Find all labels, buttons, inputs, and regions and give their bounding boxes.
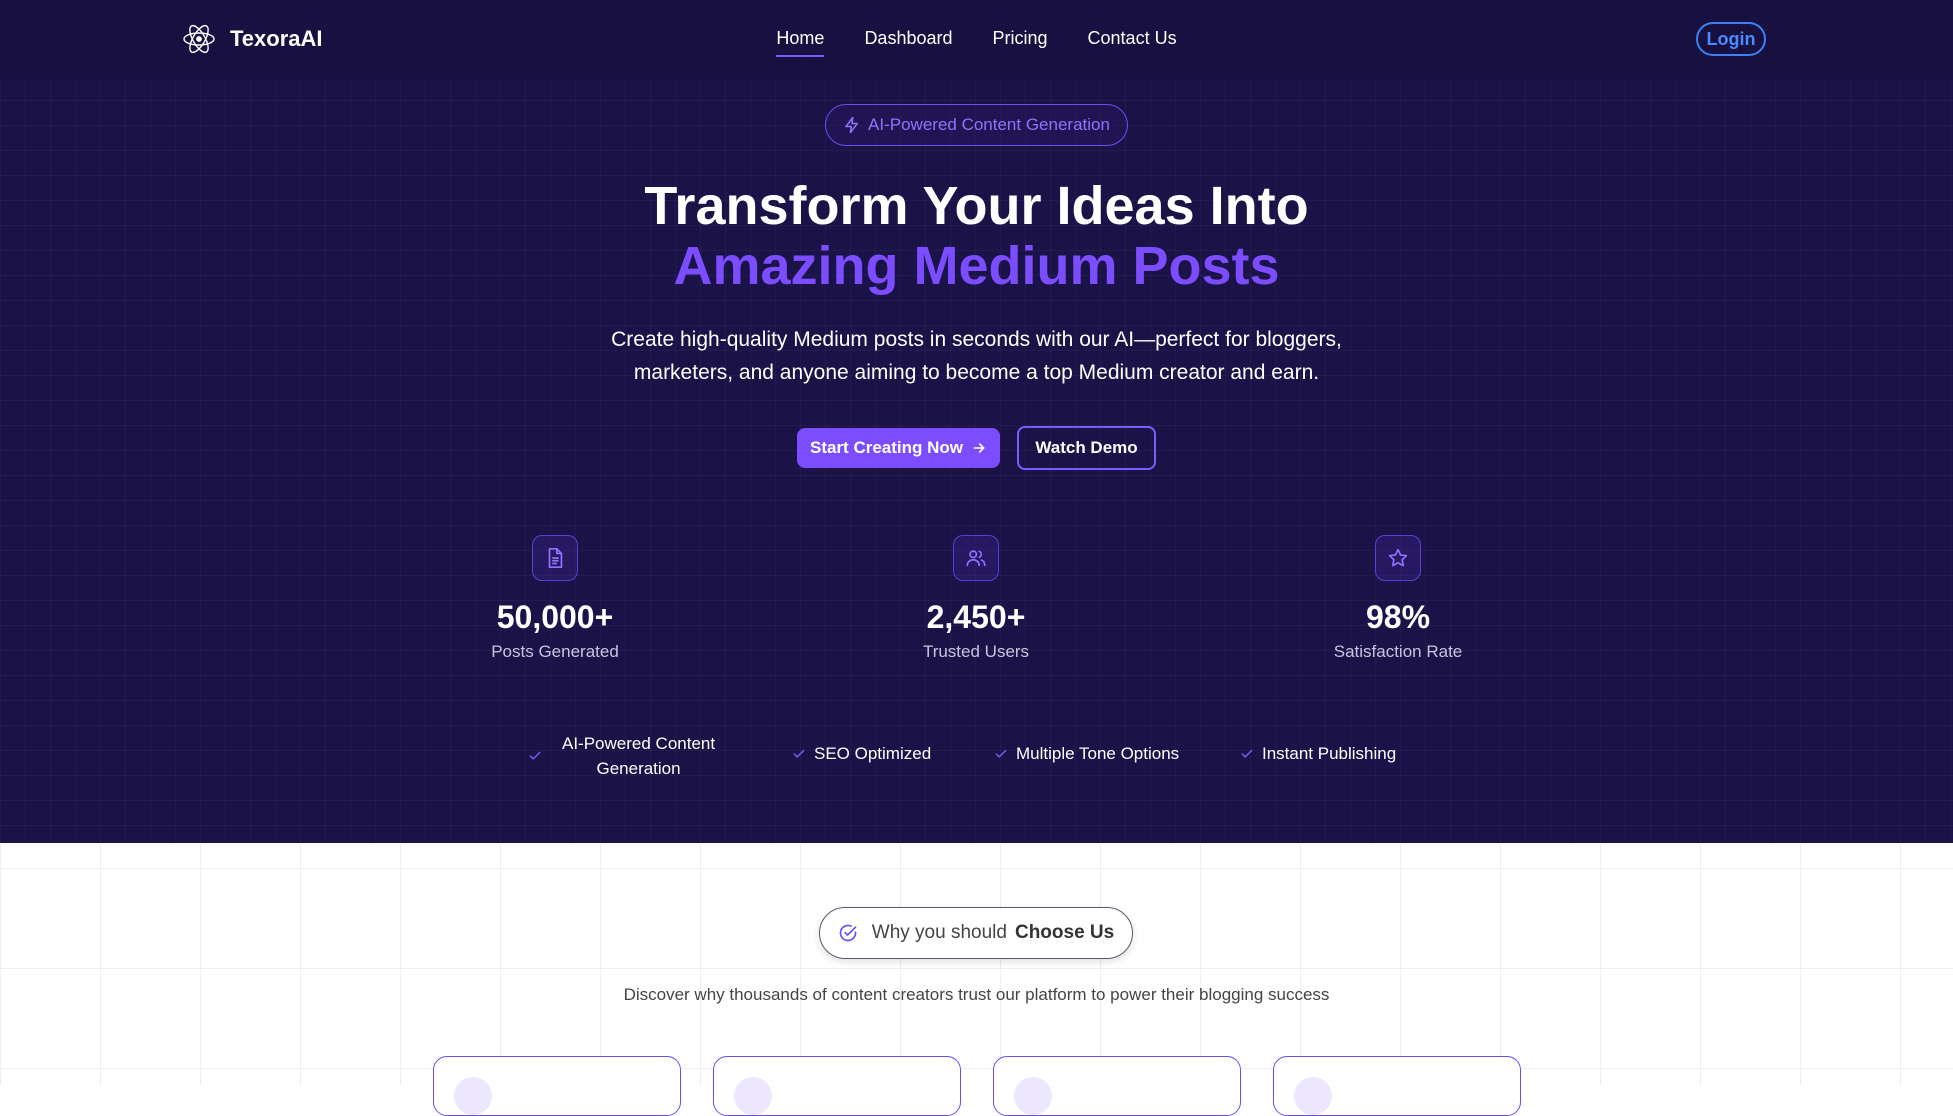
stat-label: Satisfaction Rate bbox=[1333, 642, 1463, 661]
headline-line-1: Transform Your Ideas Into bbox=[644, 176, 1309, 236]
navbar: TexoraAI Home Dashboard Pricing Contact … bbox=[0, 0, 1953, 80]
check-icon bbox=[1241, 749, 1253, 758]
why-choose-us-badge: Why you should Choose Us bbox=[819, 907, 1133, 959]
feature-card bbox=[1273, 1056, 1521, 1116]
feature-seo-optimized: SEO Optimized bbox=[792, 744, 931, 764]
start-creating-label: Start Creating Now bbox=[809, 438, 964, 457]
hero-headline: Transform Your Ideas Into Amazing Medium… bbox=[0, 176, 1953, 296]
ai-powered-badge: AI-Powered Content Generation bbox=[825, 104, 1128, 146]
start-creating-button[interactable]: Start Creating Now bbox=[797, 428, 1000, 468]
check-icon bbox=[995, 749, 1007, 758]
stat-trusted-users: 2,450+ Trusted Users bbox=[846, 535, 1106, 662]
feature-card bbox=[713, 1056, 961, 1116]
stat-icon-box bbox=[953, 535, 999, 581]
check-circle-icon bbox=[839, 924, 857, 942]
stat-posts-generated: 50,000+ Posts Generated bbox=[425, 535, 685, 662]
why-description: Discover why thousands of content creato… bbox=[623, 985, 1330, 1004]
login-button[interactable]: Login bbox=[1696, 22, 1766, 56]
subtitle-line-1: Create high-quality Medium posts in seco… bbox=[611, 328, 1342, 351]
feature-instant-publishing: Instant Publishing bbox=[1240, 744, 1396, 764]
stat-icon-box bbox=[532, 535, 578, 581]
hero-section: TexoraAI Home Dashboard Pricing Contact … bbox=[0, 0, 1953, 843]
star-icon bbox=[1388, 548, 1408, 567]
stat-label: Trusted Users bbox=[922, 642, 1030, 661]
users-icon bbox=[966, 550, 986, 567]
nav-link-home[interactable]: Home bbox=[776, 28, 825, 57]
watch-demo-button[interactable]: Watch Demo bbox=[1017, 426, 1156, 470]
feature-label: AI-Powered Content Generation bbox=[562, 731, 715, 781]
nav-link-pricing[interactable]: Pricing bbox=[993, 28, 1048, 57]
feature-label-line-1: AI-Powered Content bbox=[562, 734, 716, 753]
feature-label: SEO Optimized bbox=[814, 744, 932, 763]
badge-label: AI-Powered Content Generation bbox=[868, 115, 1110, 134]
stat-icon-box bbox=[1375, 535, 1421, 581]
nav-link-contact[interactable]: Contact Us bbox=[1088, 28, 1177, 57]
check-icon bbox=[793, 749, 805, 758]
why-badge-strong: Choose Us bbox=[1014, 922, 1115, 943]
arrow-right-icon bbox=[973, 443, 985, 453]
feature-card bbox=[993, 1056, 1241, 1116]
subtitle-line-2: marketers, and anyone aiming to become a… bbox=[633, 361, 1320, 384]
document-icon bbox=[548, 548, 563, 568]
lightning-icon bbox=[845, 116, 859, 134]
main-nav: Home Dashboard Pricing Contact Us bbox=[0, 28, 1953, 57]
why-choose-us-section: Why you should Choose Us Discover why th… bbox=[0, 843, 1953, 1116]
hero-subtitle: Create high-quality Medium posts in seco… bbox=[0, 323, 1953, 389]
feature-multiple-tone-options: Multiple Tone Options bbox=[994, 744, 1179, 764]
stat-value: 98% bbox=[1365, 599, 1431, 635]
card-icon bbox=[454, 1077, 492, 1115]
card-icon bbox=[1014, 1077, 1052, 1115]
feature-card bbox=[433, 1056, 681, 1116]
stat-label: Posts Generated bbox=[491, 642, 619, 661]
why-badge-prefix: Why you should bbox=[871, 922, 1007, 943]
headline-line-2: Amazing Medium Posts bbox=[673, 236, 1280, 296]
stat-satisfaction-rate: 98% Satisfaction Rate bbox=[1268, 535, 1528, 662]
check-icon bbox=[529, 751, 541, 760]
stat-value: 2,450+ bbox=[926, 599, 1026, 635]
nav-link-dashboard[interactable]: Dashboard bbox=[864, 28, 952, 57]
stat-value: 50,000+ bbox=[496, 599, 614, 635]
card-icon bbox=[734, 1077, 772, 1115]
feature-label-line-2: Generation bbox=[596, 759, 681, 778]
feature-label: Instant Publishing bbox=[1262, 744, 1397, 763]
cta-row: Start Creating Now Watch Demo bbox=[797, 426, 1156, 470]
card-icon bbox=[1294, 1077, 1332, 1115]
feature-label: Multiple Tone Options bbox=[1016, 744, 1180, 763]
feature-ai-powered: AI-Powered Content Generation bbox=[528, 731, 715, 781]
